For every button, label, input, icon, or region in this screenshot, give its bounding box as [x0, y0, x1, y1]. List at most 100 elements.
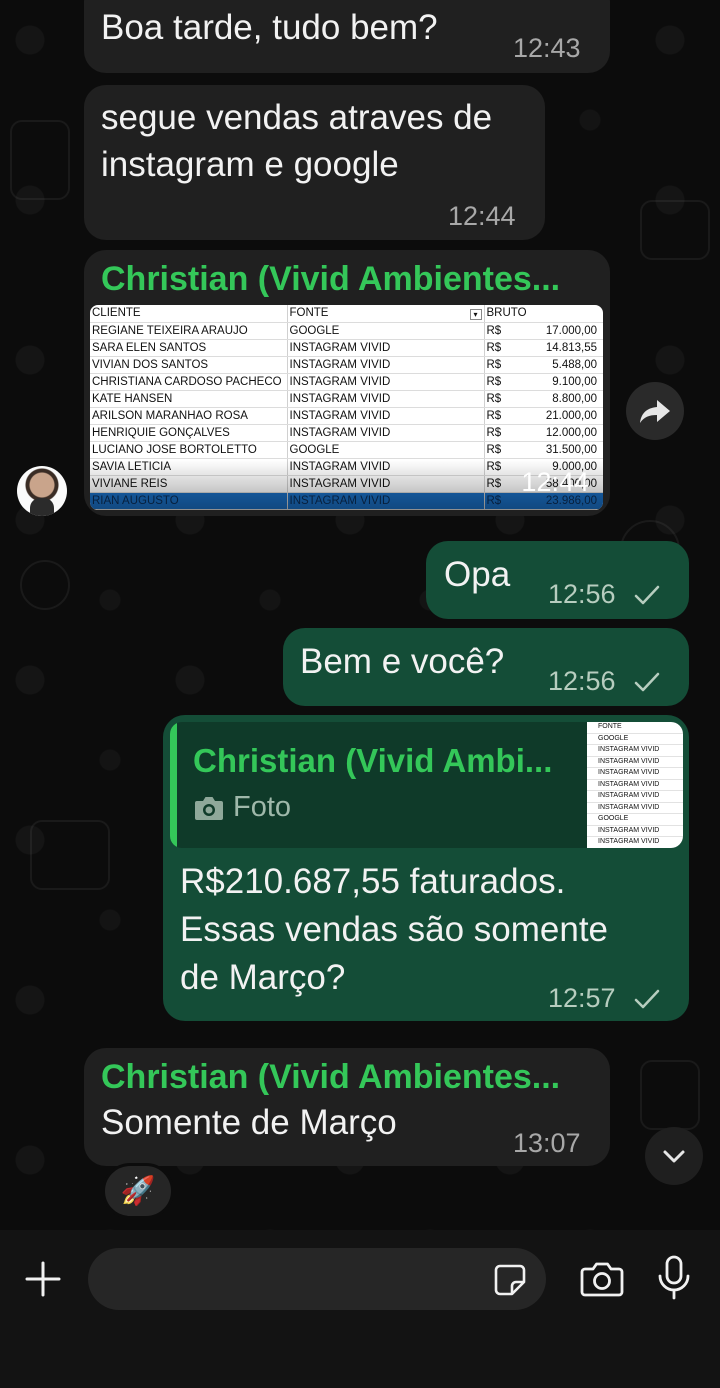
spreadsheet-cell: R$ [484, 424, 529, 442]
outgoing-message[interactable]: Opa 12:56 [426, 541, 689, 619]
background-doodle [20, 560, 70, 610]
spreadsheet-cell: LUCIANO JOSE BORTOLETTO [90, 441, 288, 459]
microphone-icon[interactable] [656, 1254, 692, 1302]
thumbnail-row: INSTAGRAM VIVID [587, 791, 683, 803]
message-text: Somente de Março [101, 1103, 397, 1142]
thumbnail-row: GOOGLE [587, 734, 683, 745]
thumbnail-row: GOOGLE [587, 814, 683, 826]
plus-icon[interactable] [24, 1260, 62, 1298]
background-doodle [640, 200, 710, 260]
quoted-sender-name: Christian (Vivid Ambi... [193, 742, 553, 779]
thumbnail-row: INSTAGRAM VIVID [587, 768, 683, 780]
spreadsheet-row: HENRIQUIE GONÇALVES INSTAGRAM VIVID R$ 12.0… [90, 424, 603, 442]
incoming-message[interactable]: Christian (Vivid Ambientes... Somente de… [84, 1048, 610, 1166]
header-cell: CLIENTE [90, 305, 288, 323]
spreadsheet-cell: 12.000,00 [528, 424, 603, 442]
message-time: 12:43 [513, 33, 581, 63]
camera-icon[interactable] [579, 1260, 625, 1298]
chat-area: Boa tarde, tudo bem? 12:43 segue vendas … [0, 0, 720, 1230]
composer-bar [0, 1230, 720, 1388]
spreadsheet-row: KATE HANSEN INSTAGRAM VIVID R$ 8.800,00 [90, 390, 603, 408]
spreadsheet-cell: VIVIAN DOS SANTOS [90, 356, 288, 374]
message-time: 12:44 [448, 201, 516, 231]
avatar-shirt [30, 498, 54, 516]
spreadsheet-cell: R$ [484, 356, 529, 374]
avatar[interactable] [17, 466, 67, 516]
chevron-down-icon [663, 1150, 685, 1163]
sender-name[interactable]: Christian (Vivid Ambientes... [101, 260, 560, 299]
reaction-badge[interactable]: 🚀 [102, 1163, 174, 1219]
thumbnail-row: INSTAGRAM VIVID [587, 757, 683, 768]
spreadsheet-cell: R$ [484, 322, 529, 340]
spreadsheet-image[interactable]: CLIENTE FONTE ▾ BRUTO REGIANE TEIXEIRA AR… [90, 305, 603, 510]
forward-button[interactable] [626, 382, 684, 440]
message-time: 12:56 [548, 579, 616, 609]
quoted-message[interactable]: Christian (Vivid Ambi... Foto FONTE GOOGL… [170, 722, 683, 848]
header-cell [528, 305, 603, 323]
filter-icon: ▾ [469, 308, 482, 320]
read-check-icon [634, 989, 660, 1009]
spreadsheet-cell: KATE HANSEN [90, 390, 288, 408]
spreadsheet-cell: SARA ELEN SANTOS [90, 339, 288, 357]
background-doodle [30, 820, 110, 890]
spreadsheet-row: REGIANE TEIXEIRA ARAUJO GOOGLE R$ 17.000,00 [90, 322, 603, 340]
spreadsheet-cell: 21.000,00 [528, 407, 603, 425]
thumbnail-row: INSTAGRAM VIVID [587, 803, 683, 814]
spreadsheet-cell: 31.500,00 [528, 441, 603, 459]
camera-icon [195, 797, 223, 820]
quote-accent-bar [170, 722, 177, 848]
quoted-media-label: Foto [233, 791, 292, 823]
read-check-icon [634, 672, 660, 692]
spreadsheet-row: SARA ELEN SANTOS INSTAGRAM VIVID R$ 14.813,… [90, 339, 603, 357]
thumbnail-row: INSTAGRAM VIVID [587, 780, 683, 791]
header-cell: FONTE ▾ [287, 305, 485, 323]
spreadsheet-header-row: CLIENTE FONTE ▾ BRUTO [90, 305, 603, 323]
spreadsheet-cell: 14.813,55 [528, 339, 603, 357]
spreadsheet-row: ARILSON MARANHAO ROSA INSTAGRAM VIVID R$ 21… [90, 407, 603, 425]
message-text: Opa [444, 555, 511, 594]
thumbnail-row: INSTAGRAM VIVID [587, 745, 683, 757]
spreadsheet-cell: 8.800,00 [528, 390, 603, 408]
spreadsheet-cell: CHRISTIANA CARDOSO PACHECO [90, 373, 288, 391]
outgoing-message[interactable]: Bem e você? 12:56 [283, 628, 689, 706]
spreadsheet-cell: R$ [484, 390, 529, 408]
read-check-icon [634, 585, 660, 605]
message-text-line: de Março? [180, 958, 346, 997]
spreadsheet-cell: 5.488,00 [528, 356, 603, 374]
spreadsheet-cell: R$ [484, 339, 529, 357]
message-time: 13:07 [513, 1128, 581, 1158]
background-doodle [640, 1060, 700, 1130]
spreadsheet-cell: INSTAGRAM VIVID [287, 356, 485, 374]
incoming-message[interactable]: segue vendas atraves de instagram e goog… [84, 85, 545, 240]
message-text-line: segue vendas atraves de [101, 98, 493, 137]
background-doodle [10, 120, 70, 200]
header-cell-label: FONTE [289, 306, 329, 319]
message-text-line: Essas vendas são somente [180, 910, 609, 949]
spreadsheet-cell: R$ [484, 407, 529, 425]
message-time: 12:57 [548, 983, 616, 1013]
spreadsheet-row: VIVIAN DOS SANTOS INSTAGRAM VIVID R$ 5.488,… [90, 356, 603, 374]
spreadsheet-cell: GOOGLE [287, 441, 485, 459]
spreadsheet-cell: R$ [484, 373, 529, 391]
sender-name[interactable]: Christian (Vivid Ambientes... [101, 1058, 560, 1097]
spreadsheet-cell: ARILSON MARANHAO ROSA [90, 407, 288, 425]
quoted-image-thumbnail: FONTE GOOGLE INSTAGRAM VIVID INSTAGRAM VIVI… [587, 722, 683, 848]
header-cell: BRUTO [484, 305, 529, 323]
message-text: Bem e você? [300, 642, 505, 681]
spreadsheet-cell: R$ [484, 441, 529, 459]
message-text: Boa tarde, tudo bem? [101, 8, 438, 47]
message-time: 12:44 [521, 467, 589, 497]
scroll-down-button[interactable] [645, 1127, 703, 1185]
incoming-message[interactable]: Boa tarde, tudo bem? 12:43 [84, 0, 610, 73]
spreadsheet-cell: INSTAGRAM VIVID [287, 407, 485, 425]
message-text-line: instagram e google [101, 145, 399, 184]
spreadsheet-cell: GOOGLE [287, 322, 485, 340]
message-input[interactable] [88, 1248, 546, 1310]
spreadsheet-cell: INSTAGRAM VIVID [287, 424, 485, 442]
thumbnail-row: FONTE [587, 722, 683, 734]
thumbnail-row: INSTAGRAM VIVID [587, 837, 683, 848]
sticker-icon[interactable] [492, 1262, 528, 1298]
spreadsheet-cell: 9.100,00 [528, 373, 603, 391]
thumbnail-row: INSTAGRAM VIVID [587, 826, 683, 837]
message-text-line: R$210.687,55 faturados. [180, 862, 566, 901]
